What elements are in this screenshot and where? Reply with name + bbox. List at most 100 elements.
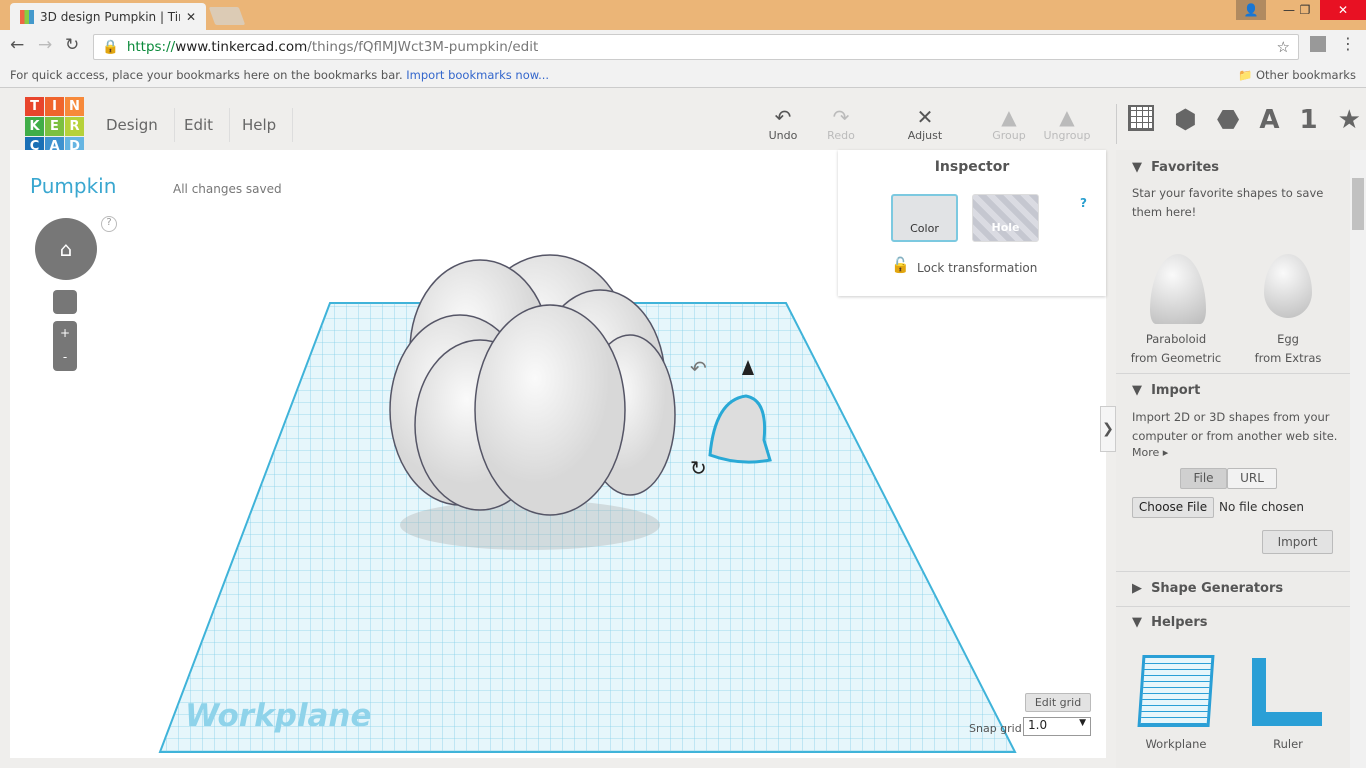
import-header[interactable]: ▼ Import [1116, 383, 1200, 398]
tab-title: 3D design Pumpkin | Tinl [40, 9, 180, 24]
group-icon: ▲ [1001, 105, 1017, 129]
design-name[interactable]: Pumpkin [30, 174, 116, 198]
group-label: Group [992, 129, 1026, 142]
undo-label: Undo [768, 129, 798, 142]
inspector-title: Inspector [934, 159, 1010, 175]
close-window-button[interactable]: ✕ [1320, 0, 1366, 20]
group-button[interactable]: ▲ Group [981, 105, 1037, 142]
extension-icon[interactable] [1310, 36, 1326, 52]
more-label: More [1132, 446, 1160, 459]
undo-icon: ↶ [774, 105, 792, 129]
ruler-helper-label: Ruler [1273, 737, 1303, 751]
menu-icon[interactable]: ⋮ [1340, 34, 1356, 53]
helpers-header[interactable]: ▼ Helpers [1116, 615, 1208, 630]
zoom-out-button[interactable]: - [53, 345, 77, 369]
zoom-in-button[interactable]: + [53, 321, 77, 345]
choose-file-button[interactable]: Choose File [1132, 497, 1214, 518]
view-navigation-cube[interactable]: ⌂ [35, 218, 97, 280]
url-path: /things/fQflMJWct3M-pumpkin/edit [307, 39, 539, 55]
shape-generators-header[interactable]: ▶ Shape Generators [1116, 581, 1283, 596]
pumpkin-shape[interactable] [389, 254, 676, 516]
divider [1116, 606, 1350, 607]
snap-grid-label: Snap grid [969, 722, 1022, 735]
file-tab[interactable]: File [1180, 468, 1227, 489]
menu-design[interactable]: Design [90, 108, 175, 142]
shape-source: from Extras [1254, 351, 1322, 365]
redo-button[interactable]: ↷ Redo [813, 105, 869, 142]
lock-transformation-label[interactable]: Lock transformation [917, 261, 1037, 275]
new-tab-button[interactable] [208, 7, 246, 25]
import-button[interactable]: Import [1262, 530, 1333, 554]
shape-generators-title: Shape Generators [1151, 581, 1284, 596]
shapes-panel: ▼ Favorites Star your favorite shapes to… [1116, 150, 1350, 768]
logo-letter: N [65, 97, 84, 116]
url-tab[interactable]: URL [1227, 468, 1277, 489]
favorites-description: Star your favorite shapes to save them h… [1132, 186, 1324, 219]
paraboloid-item[interactable]: Paraboloid from Geometric [1126, 330, 1226, 368]
rotate-handle-icon: ↶ [690, 356, 707, 380]
profile-icon[interactable]: 👤 [1236, 0, 1266, 20]
menu-edit[interactable]: Edit [168, 108, 231, 142]
unlock-icon[interactable]: 🔓 [891, 256, 910, 274]
undo-button[interactable]: ↶ Undo [755, 105, 811, 142]
edit-grid-button[interactable]: Edit grid [1025, 693, 1091, 712]
adjust-label: Adjust [907, 129, 943, 142]
no-file-chosen-label: No file chosen [1219, 500, 1305, 514]
logo-letter: I [45, 97, 64, 116]
perspective-toggle-icon[interactable] [53, 290, 77, 314]
close-tab-icon[interactable]: ✕ [186, 10, 196, 24]
divider [1116, 104, 1117, 144]
scrollbar-thumb[interactable] [1352, 178, 1364, 230]
panel-tabs: ⬢ ⬣ A 1 ★ [1128, 105, 1361, 135]
favorites-header[interactable]: ▼ Favorites [1116, 160, 1219, 175]
inspector-help-button[interactable]: ? [1080, 196, 1087, 210]
ungroup-icon: ▲ [1059, 105, 1075, 129]
paraboloid-shape-icon[interactable] [1150, 254, 1206, 324]
more-link[interactable]: More ▸ [1132, 446, 1168, 459]
ruler-helper-icon[interactable] [1252, 658, 1322, 726]
text-shapes-tab[interactable]: A [1259, 105, 1279, 135]
color-button[interactable]: Color [891, 194, 958, 242]
browser-tab[interactable]: 3D design Pumpkin | Tinl ✕ [10, 3, 206, 30]
view-help-button[interactable]: ? [101, 216, 117, 232]
ungroup-label: Ungroup [1043, 129, 1091, 142]
favorites-title: Favorites [1151, 160, 1219, 175]
home-icon[interactable]: ⌂ [60, 237, 73, 261]
snap-grid-select[interactable]: 1.0 ▼ [1023, 717, 1091, 736]
basic-shapes-cube-icon[interactable]: ⬢ [1174, 105, 1197, 135]
snap-grid-value: 1.0 [1028, 718, 1048, 732]
egg-item[interactable]: Egg from Extras [1238, 330, 1338, 368]
other-bookmarks[interactable]: 📁 Other bookmarks [1238, 68, 1356, 82]
collapse-panel-button[interactable]: ❯ [1100, 406, 1116, 452]
reload-icon[interactable]: ↻ [65, 35, 79, 55]
maximize-button[interactable]: ❐ [1290, 0, 1320, 20]
tinkercad-favicon [20, 9, 34, 24]
workplane-grid-icon[interactable] [1128, 105, 1154, 131]
menu-help[interactable]: Help [226, 108, 294, 142]
forward-icon[interactable]: → [38, 35, 52, 55]
ungroup-button[interactable]: ▲ Ungroup [1039, 105, 1095, 142]
logo-letter: E [45, 117, 64, 136]
number-shapes-tab[interactable]: 1 [1300, 105, 1318, 135]
egg-shape-icon[interactable] [1264, 254, 1312, 318]
import-title: Import [1151, 383, 1201, 398]
workplane-helper-icon[interactable] [1137, 655, 1215, 727]
import-bookmarks-link[interactable]: Import bookmarks now... [406, 68, 549, 82]
favorites-star-tab[interactable]: ★ [1338, 105, 1361, 135]
star-bookmark-icon[interactable]: ☆ [1277, 38, 1290, 56]
redo-icon: ↷ [832, 105, 850, 129]
adjust-button[interactable]: ✕ Adjust [897, 105, 953, 142]
shape-name: Egg [1277, 332, 1299, 346]
url-scheme: https:// [126, 39, 176, 55]
url-host: www.tinkercad.com [175, 39, 308, 55]
striped-cube-icon[interactable]: ⬣ [1217, 105, 1240, 135]
url-input[interactable]: 🔒 https://www.tinkercad.com/things/fQflM… [93, 34, 1299, 60]
save-status: All changes saved [173, 182, 282, 196]
workplane-helper-label: Workplane [1145, 737, 1207, 751]
panel-scrollbar[interactable] [1350, 150, 1366, 768]
tinkercad-logo[interactable]: TIN KER CAD [25, 97, 84, 156]
back-icon[interactable]: ← [10, 35, 24, 55]
hole-button[interactable]: Hole [972, 194, 1039, 242]
rotate-handle-icon: ↻ [690, 456, 707, 480]
lock-icon: 🔒 [102, 39, 119, 55]
